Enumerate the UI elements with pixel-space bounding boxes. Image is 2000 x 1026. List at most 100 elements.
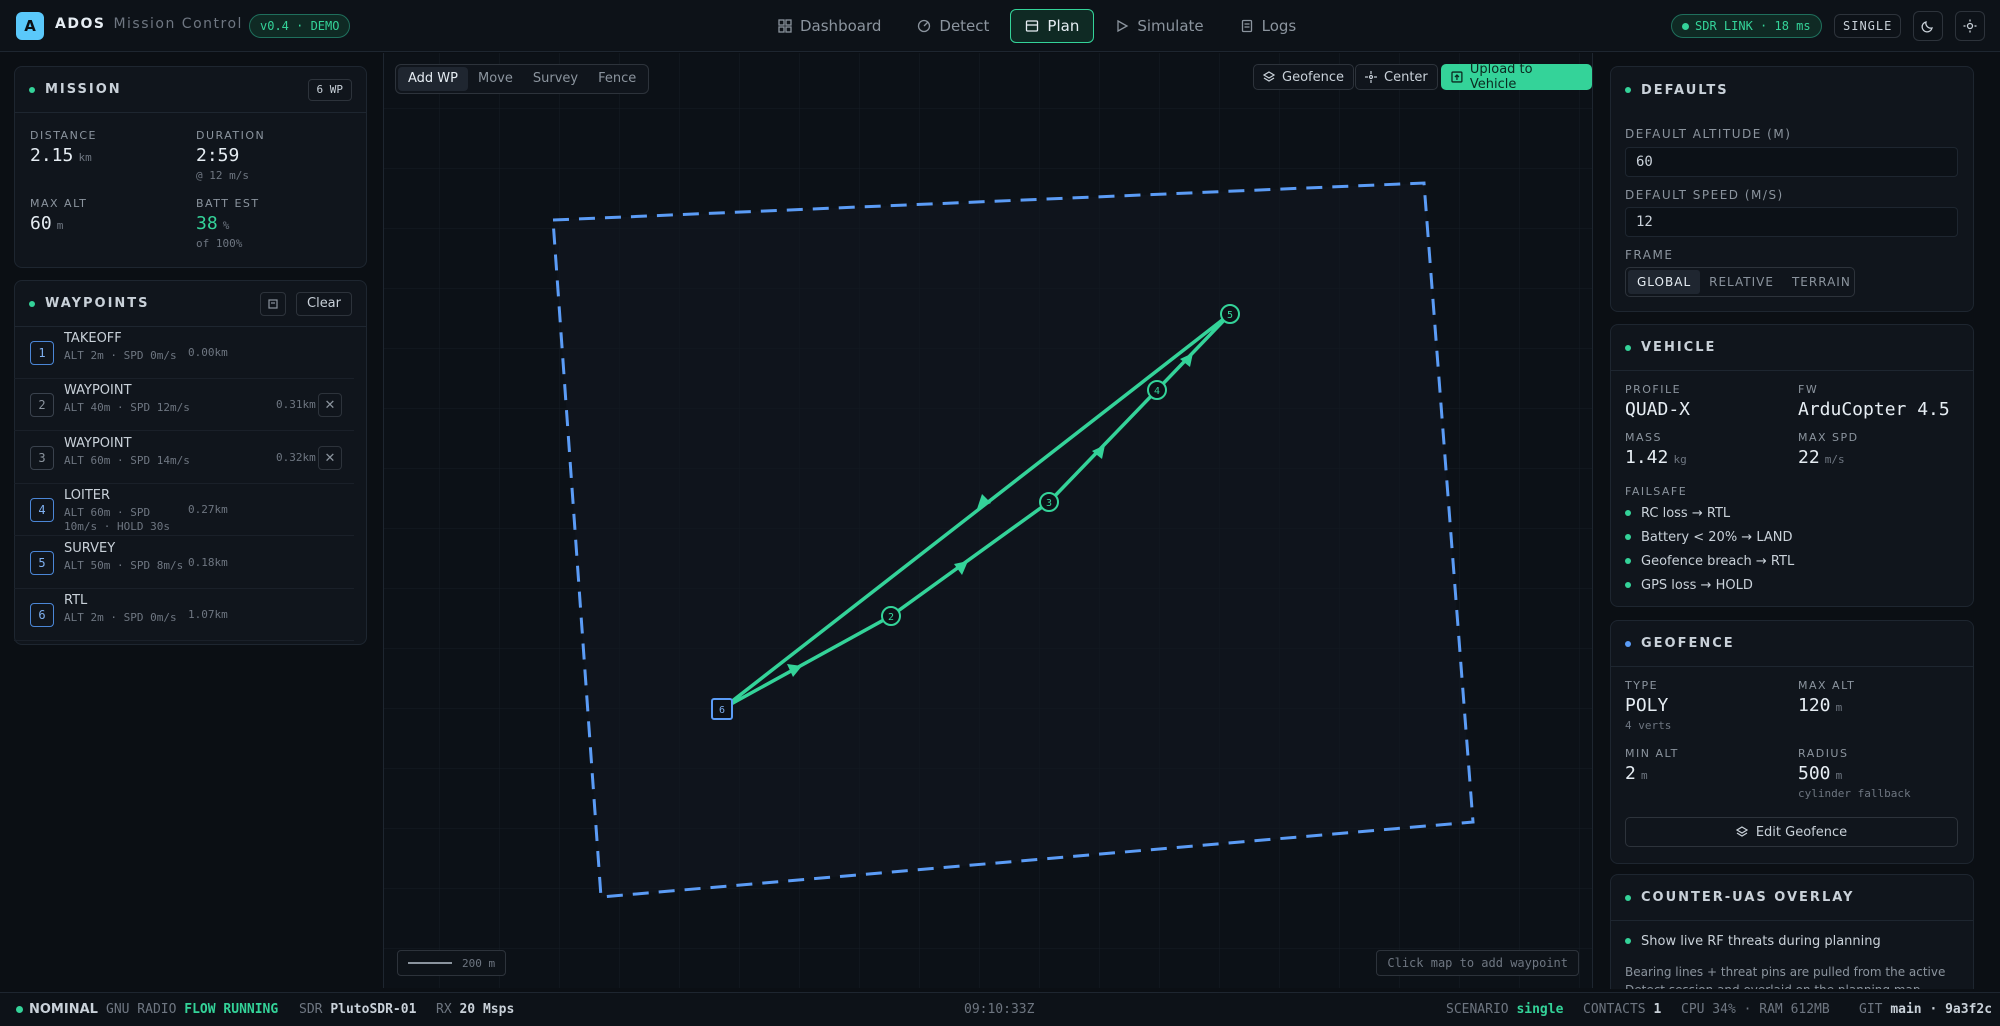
mode-add-wp[interactable]: Add WP	[398, 67, 468, 91]
stat-value: QUAD-X	[1625, 399, 1691, 420]
panel-title: COUNTER-UAS OVERLAY	[1641, 890, 1855, 905]
mode-move[interactable]: Move	[468, 67, 523, 91]
failsafe-item: Geofence breach → RTL	[1625, 549, 1794, 573]
app-subtitle: Mission Control	[113, 16, 243, 32]
map-canvas[interactable]: 2 3 4 5 6 Add WP Move Survey Fence Geofe…	[383, 53, 1593, 988]
doc-icon	[1241, 19, 1252, 33]
status-dot	[1625, 534, 1631, 540]
waypoint-row[interactable]: 6 RTL ALT 2m · SPD 0m/s 1.07km	[14, 589, 354, 641]
stat-battery: BATT EST 38 % of 100%	[196, 197, 260, 250]
theme-toggle-button[interactable]	[1913, 11, 1943, 41]
stat-label: DISTANCE	[30, 129, 97, 142]
stat-sub: @ 12 m/s	[196, 169, 249, 182]
waypoint-type: SURVEY	[64, 541, 116, 556]
tab-label: Plan	[1047, 17, 1080, 35]
geofence-polygon[interactable]	[551, 181, 1475, 899]
layers-icon	[1735, 826, 1748, 837]
crosshair-icon	[1365, 71, 1377, 83]
resource-status: CPU 34% · RAM 612MB	[1681, 1002, 1830, 1017]
default-altitude-input[interactable]: 60	[1625, 147, 1958, 177]
svg-text:4: 4	[1154, 386, 1160, 397]
edit-geofence-button[interactable]: Edit Geofence	[1625, 817, 1958, 847]
frame-relative[interactable]: RELATIVE	[1700, 270, 1783, 294]
stat-label: MIN ALT	[1625, 747, 1679, 760]
mode-fence[interactable]: Fence	[588, 67, 646, 91]
stat-unit: %	[222, 219, 230, 232]
stat-value: POLY	[1625, 695, 1669, 716]
waypoint-row[interactable]: 5 SURVEY ALT 50m · SPD 8m/s 0.18km	[14, 537, 354, 589]
export-button[interactable]	[260, 291, 286, 316]
system-status: NOMINAL	[16, 1002, 98, 1017]
vehicle-fw: FW ArduCopter 4.5	[1798, 383, 1950, 420]
frame-terrain[interactable]: TERRAIN	[1783, 270, 1860, 294]
remove-waypoint-button[interactable]: ✕	[318, 446, 342, 470]
status-label: SDR	[299, 1002, 323, 1017]
sdr-link-text: SDR LINK · 18 ms	[1695, 19, 1811, 33]
stat-value: 120	[1798, 695, 1831, 716]
button-label: Center	[1384, 69, 1428, 85]
waypoint-meta: ALT 60m · SPD 10m/s · HOLD 30s	[64, 506, 170, 533]
clear-button[interactable]: Clear	[296, 291, 352, 316]
waypoint-distance: 0.18km	[188, 556, 228, 569]
waypoint-index: 3	[30, 446, 54, 470]
threat-overlay-toggle[interactable]: Show live RF threats during planning	[1625, 929, 1881, 953]
counter-uas-header: COUNTER-UAS OVERLAY	[1611, 875, 1973, 921]
failsafe-text: RC loss → RTL	[1641, 505, 1731, 521]
stat-label: RADIUS	[1798, 747, 1849, 760]
waypoints-header: WAYPOINTS Clear	[15, 281, 366, 327]
stat-value: ArduCopter 4.5	[1798, 399, 1950, 420]
remove-waypoint-button[interactable]: ✕	[318, 393, 342, 417]
status-dot	[16, 1006, 23, 1013]
default-speed-input[interactable]: 12	[1625, 207, 1958, 237]
mode-survey[interactable]: Survey	[523, 67, 588, 91]
stat-label: DURATION	[196, 129, 266, 142]
stat-value: 1.42	[1625, 447, 1669, 468]
waypoint-distance: 1.07km	[188, 608, 228, 621]
stat-max-alt: MAX ALT 60 m	[30, 197, 87, 234]
status-value: 1	[1653, 1002, 1662, 1017]
waypoint-row[interactable]: 4 LOITER ALT 60m · SPD 10m/s · HOLD 30s 0.2…	[14, 484, 354, 536]
tab-plan[interactable]: Plan	[1010, 9, 1095, 43]
stat-label: TYPE	[1625, 679, 1659, 692]
waypoint-meta: ALT 2m · SPD 0m/s	[64, 349, 177, 362]
mission-header: MISSION 6 WP	[15, 67, 366, 113]
tab-dashboard[interactable]: Dashboard	[763, 9, 896, 43]
status-value: 20 Msps	[459, 1002, 515, 1017]
frame-global[interactable]: GLOBAL	[1628, 270, 1701, 294]
waypoint-row[interactable]: 3 WAYPOINT ALT 60m · SPD 14m/s 0.32km ✕	[14, 432, 354, 484]
status-text: NOMINAL	[29, 1002, 98, 1017]
status-value: main · 9a3f2c	[1890, 1002, 1993, 1017]
tab-simulate[interactable]: Simulate	[1100, 9, 1218, 43]
field-label: FRAME	[1625, 248, 1674, 262]
app-name: ADOS	[55, 16, 106, 32]
waypoint-row[interactable]: 1 TAKEOFF ALT 2m · SPD 0m/s 0.00km	[14, 327, 354, 379]
waypoint-meta: ALT 60m · SPD 14m/s	[64, 454, 190, 467]
svg-text:6: 6	[719, 705, 725, 716]
stat-sub: cylinder fallback	[1798, 787, 1911, 800]
toggle-indicator	[1625, 938, 1631, 944]
counter-uas-panel: COUNTER-UAS OVERLAY Show live RF threats…	[1610, 874, 1974, 989]
status-dot	[29, 86, 35, 93]
stat-distance: DISTANCE 2.15 km	[30, 129, 97, 166]
waypoint-row[interactable]: 2 WAYPOINT ALT 40m · SPD 12m/s 0.31km ✕	[14, 379, 354, 431]
scenario-status: SCENARIO single	[1446, 1002, 1563, 1017]
geofence-radius: RADIUS 500 m cylinder fallback	[1798, 747, 1911, 800]
tab-logs[interactable]: Logs	[1225, 9, 1312, 43]
upload-icon	[1451, 71, 1463, 83]
waypoint-type: TAKEOFF	[64, 331, 122, 346]
tab-detect[interactable]: Detect	[902, 9, 1004, 43]
map-mode-group: Add WP Move Survey Fence	[395, 64, 650, 94]
stat-unit: m	[1640, 769, 1648, 782]
stat-unit: m	[56, 219, 64, 232]
waypoint-distance: 0.32km	[276, 451, 316, 464]
center-button[interactable]: Center	[1355, 64, 1438, 90]
main-nav: Dashboard Detect Plan Simulate Logs	[763, 9, 1311, 43]
geofence-button[interactable]: Geofence	[1253, 64, 1354, 90]
settings-button[interactable]	[1955, 11, 1985, 41]
upload-to-vehicle-button[interactable]: Upload to Vehicle	[1441, 62, 1592, 92]
geofence-type: TYPE POLY 4 verts	[1625, 679, 1671, 732]
waypoint-index: 2	[30, 393, 54, 417]
status-label: GIT	[1859, 1002, 1883, 1017]
mission-panel: MISSION 6 WP DISTANCE 2.15 km DURATION 2…	[14, 66, 367, 268]
vehicle-panel: VEHICLE PROFILE QUAD-X FW ArduCopter 4.5…	[1610, 324, 1974, 607]
